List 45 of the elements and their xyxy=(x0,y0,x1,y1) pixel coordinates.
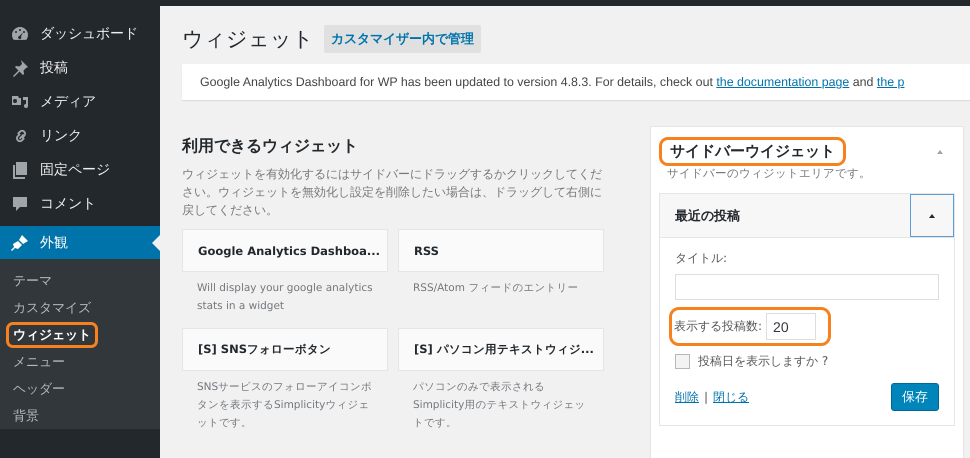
menu-item[interactable]: メディア xyxy=(0,85,160,119)
submenu-item[interactable]: カスタマイズ xyxy=(6,294,98,320)
widget-action-link[interactable]: 削除 xyxy=(675,388,699,406)
widget-description: パソコンのみで表示されるSimplicity用のテキストウィジェットです。 xyxy=(412,380,586,427)
menu-item[interactable]: リンク xyxy=(0,119,160,153)
field-label: 表示する投稿数: xyxy=(674,318,762,335)
widget-title-bar[interactable]: RSS xyxy=(398,229,604,272)
post-count-input-field[interactable]: 20 xyxy=(766,313,816,340)
submenu-item[interactable]: ヘッダー xyxy=(6,376,72,402)
menu-item[interactable]: 投稿 xyxy=(0,51,160,85)
widget-title: 最近の投稿 xyxy=(674,208,740,224)
submenu-item[interactable]: テーマ xyxy=(6,268,59,294)
menu-item[interactable]: 固定ページ xyxy=(0,153,160,187)
paintbrush-icon xyxy=(10,232,30,252)
link-separator: | xyxy=(704,390,708,404)
notice-link[interactable]: the p xyxy=(876,75,904,89)
speech-bubble-icon xyxy=(10,194,30,214)
page-title: ウィジェット xyxy=(182,26,314,53)
save-button[interactable]: 保存 xyxy=(891,383,939,411)
notice-link[interactable]: the documentation page xyxy=(716,75,850,89)
field-label: タイトル: xyxy=(675,250,728,267)
title-input-field[interactable] xyxy=(675,274,939,300)
section-heading: 利用できるウィジェット xyxy=(182,136,359,157)
widget-description: SNSサービスのフォローアイコンボタンを表示するSimplicityウィジェットです。 xyxy=(196,380,374,427)
menu-item[interactable]: ダッシュボード xyxy=(0,17,160,51)
widget-title-bar[interactable]: Google Analytics Dashboa... xyxy=(182,229,388,272)
update-notice: Google Analytics Dashboard for WP has been updated to version 4.8.3. For details, check out the documentation page and the p xyxy=(200,75,906,89)
widget-action-link[interactable]: 閉じる xyxy=(713,388,750,406)
widget-title-bar[interactable]: [S] パソコン用テキストウィジ... xyxy=(398,328,604,371)
submenu-item[interactable]: ウィジェット xyxy=(6,322,98,348)
submenu-item[interactable]: 背景 xyxy=(6,402,46,428)
menu-item[interactable]: コメント xyxy=(0,187,160,221)
pages-icon xyxy=(10,160,30,180)
checkbox-label: 投稿日を表示しますか ? xyxy=(698,353,828,370)
widget-toggle-button[interactable] xyxy=(910,194,954,237)
submenu-item[interactable]: メニュー xyxy=(6,348,72,374)
widget-description: RSS/Atom フィードのエントリー xyxy=(412,281,580,296)
customizer-button[interactable]: カスタマイザー内で管理 xyxy=(324,25,481,53)
section-description: ウィジェットを有効化するにはサイドバーにドラッグするかクリックしてください。ウィジェットを無効化し設定を削除したい場合は、ドラッグして右側に戻してください。 xyxy=(182,166,603,219)
checkbox[interactable] xyxy=(675,354,690,369)
widget-description: Will display your google analytics stats in a widget xyxy=(196,281,374,314)
menu-item[interactable]: 外観 xyxy=(0,226,160,259)
widget-title-bar[interactable]: [S] SNSフォローボタン xyxy=(182,328,388,371)
sidebar-area-title: サイドバーウイジェット xyxy=(659,137,846,166)
sidebar-area-description: サイドバーのウィジットエリアです。 xyxy=(667,166,872,181)
